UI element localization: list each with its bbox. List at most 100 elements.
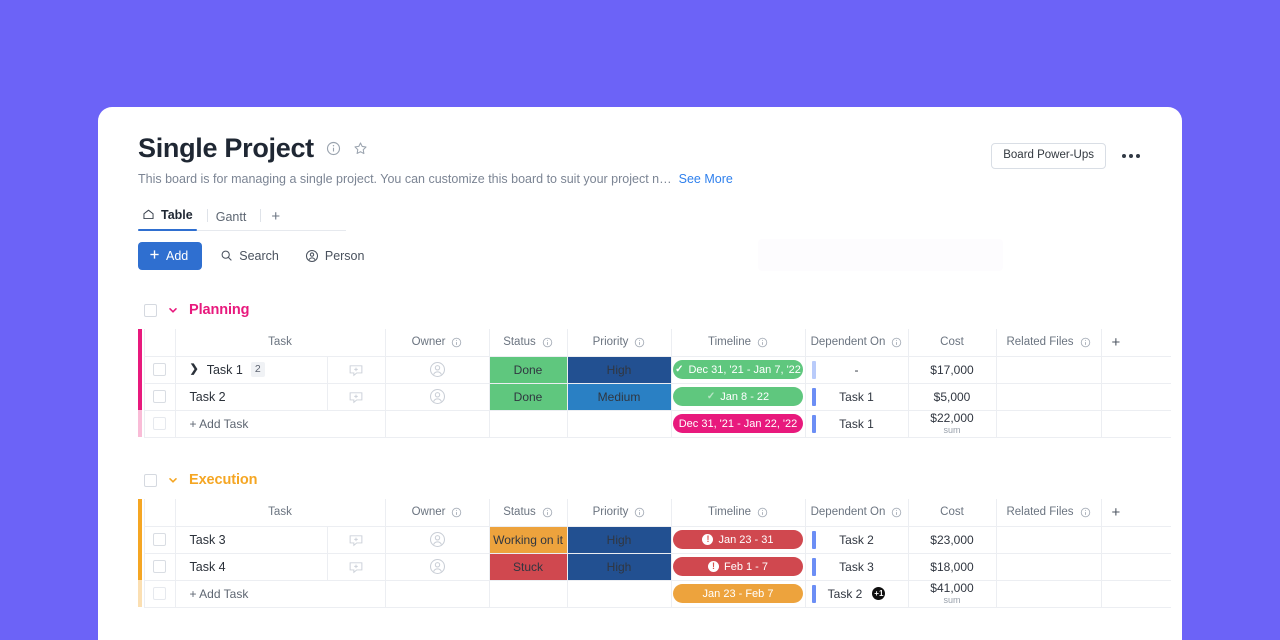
add-comment-icon[interactable] (328, 362, 385, 378)
priority-cell[interactable]: Medium (566, 382, 672, 411)
add-button[interactable]: Add (138, 242, 203, 270)
summary-timeline-cell[interactable]: Jan 23 - Feb 7 (670, 579, 806, 608)
see-more-link[interactable]: See More (679, 172, 733, 187)
group-name[interactable]: Planning (189, 302, 250, 318)
add-comment-icon[interactable] (328, 559, 385, 575)
status-cell[interactable]: Done (488, 382, 568, 411)
info-circle-icon[interactable] (757, 337, 768, 348)
summary-cost-cell[interactable]: $41,000 sum (907, 579, 997, 608)
table-row[interactable]: Task 4 Stuck High! Feb 1 - 7 Task 3 $18,000 (138, 552, 1171, 581)
kebab-menu-icon[interactable] (1120, 150, 1142, 162)
chevron-down-icon[interactable] (167, 304, 179, 316)
star-icon[interactable] (353, 141, 368, 156)
add-comment-icon[interactable] (328, 389, 385, 405)
add-column-button[interactable]: + (1100, 499, 1171, 527)
add-comment-cell[interactable] (326, 525, 386, 554)
cost-cell[interactable]: $5,000 (907, 382, 997, 411)
row-checkbox-cell[interactable] (143, 552, 176, 581)
timeline-pill[interactable]: ! Jan 23 - 31 (673, 530, 803, 549)
info-circle-icon[interactable] (1080, 507, 1091, 518)
add-view-button[interactable]: + (265, 209, 286, 230)
timeline-pill[interactable]: Jan 23 - Feb 7 (673, 584, 803, 603)
owner-cell[interactable] (384, 525, 490, 554)
dependent-on-cell[interactable]: Task 2 (804, 525, 909, 554)
tab-gantt[interactable]: Gantt (212, 210, 261, 231)
avatar-placeholder-icon[interactable] (386, 558, 489, 575)
group-summary-row[interactable]: + Add Task Jan 23 - Feb 7 Task 2 +1 $41,000 s… (138, 579, 1171, 608)
info-circle-icon[interactable] (757, 507, 768, 518)
related-files-cell[interactable] (995, 355, 1102, 384)
priority-cell[interactable]: High (566, 525, 672, 554)
info-circle-icon[interactable] (891, 507, 902, 518)
group-select-checkbox[interactable] (144, 473, 157, 487)
col-header-status[interactable]: Status (488, 329, 568, 357)
col-header-related-files[interactable]: Related Files (995, 499, 1102, 527)
dependent-on-cell[interactable]: - (804, 355, 909, 384)
timeline-pill[interactable]: ! Feb 1 - 7 (673, 557, 803, 576)
task-name-cell[interactable]: Task 4 (174, 552, 328, 581)
col-header-cost[interactable]: Cost (907, 329, 997, 357)
tab-table[interactable]: Table (138, 208, 207, 231)
timeline-cell[interactable]: ✓ Dec 31, '21 - Jan 7, '22 (670, 355, 806, 384)
row-checkbox-cell[interactable] (143, 525, 176, 554)
info-circle-icon[interactable] (542, 507, 553, 518)
col-header-task[interactable]: Task (174, 499, 386, 527)
add-task-label[interactable]: + Add Task (176, 587, 385, 601)
add-comment-cell[interactable] (326, 382, 386, 411)
col-header-task[interactable]: Task (174, 329, 386, 357)
related-files-cell[interactable] (995, 525, 1102, 554)
info-circle-icon[interactable] (451, 507, 462, 518)
info-circle-icon[interactable] (451, 337, 462, 348)
avatar-placeholder-icon[interactable] (386, 361, 489, 378)
col-header-cost[interactable]: Cost (907, 499, 997, 527)
owner-cell[interactable] (384, 552, 490, 581)
add-task-cell[interactable]: + Add Task (174, 409, 386, 438)
info-circle-icon[interactable] (326, 141, 341, 156)
task-name-cell[interactable]: Task 3 (174, 525, 328, 554)
avatar-placeholder-icon[interactable] (386, 531, 489, 548)
summary-dependent-cell[interactable]: Task 1 (804, 409, 909, 438)
owner-cell[interactable] (384, 355, 490, 384)
status-cell[interactable]: Stuck (488, 552, 568, 581)
status-cell[interactable]: Done (488, 355, 568, 384)
cost-cell[interactable]: $17,000 (907, 355, 997, 384)
row-checkbox-cell[interactable] (143, 355, 176, 384)
summary-checkbox[interactable] (153, 587, 166, 600)
col-header-dependent-on[interactable]: Dependent On (804, 499, 909, 527)
related-files-cell[interactable] (995, 382, 1102, 411)
row-select-checkbox[interactable] (153, 560, 166, 573)
info-circle-icon[interactable] (1080, 337, 1091, 348)
add-comment-cell[interactable] (326, 552, 386, 581)
add-comment-icon[interactable] (328, 532, 385, 548)
chevron-down-icon[interactable] (167, 474, 179, 486)
dependent-on-cell[interactable]: Task 1 (804, 382, 909, 411)
add-column-button[interactable]: + (1100, 329, 1171, 357)
row-select-checkbox[interactable] (153, 363, 166, 376)
row-select-checkbox[interactable] (153, 390, 166, 403)
add-task-label[interactable]: + Add Task (176, 417, 385, 431)
status-cell[interactable]: Working on it (488, 525, 568, 554)
info-circle-icon[interactable] (634, 507, 645, 518)
add-comment-cell[interactable] (326, 355, 386, 384)
priority-cell[interactable]: High (566, 552, 672, 581)
board-power-ups-button[interactable]: Board Power-Ups (991, 143, 1106, 169)
avatar-placeholder-icon[interactable] (386, 388, 489, 405)
summary-cost-cell[interactable]: $22,000 sum (907, 409, 997, 438)
expand-subitems-icon[interactable]: ❯ (190, 364, 199, 375)
timeline-cell[interactable]: ! Jan 23 - 31 (670, 525, 806, 554)
cost-cell[interactable]: $18,000 (907, 552, 997, 581)
dependency-overflow-badge[interactable]: +1 (872, 587, 886, 600)
task-name-cell[interactable]: ❯ Task 1 2 (174, 355, 328, 384)
summary-checkbox[interactable] (153, 417, 166, 430)
group-select-checkbox[interactable] (144, 303, 157, 317)
dependent-on-cell[interactable]: Task 3 (804, 552, 909, 581)
info-circle-icon[interactable] (542, 337, 553, 348)
timeline-pill[interactable]: Dec 31, '21 - Jan 22, '22 (673, 414, 803, 433)
summary-dependent-cell[interactable]: Task 2 +1 (804, 579, 909, 608)
priority-cell[interactable]: High (566, 355, 672, 384)
col-header-related-files[interactable]: Related Files (995, 329, 1102, 357)
col-header-owner[interactable]: Owner (384, 329, 490, 357)
group-name[interactable]: Execution (189, 472, 258, 488)
col-header-dependent-on[interactable]: Dependent On (804, 329, 909, 357)
timeline-cell[interactable]: ✓ Jan 8 - 22 (670, 382, 806, 411)
